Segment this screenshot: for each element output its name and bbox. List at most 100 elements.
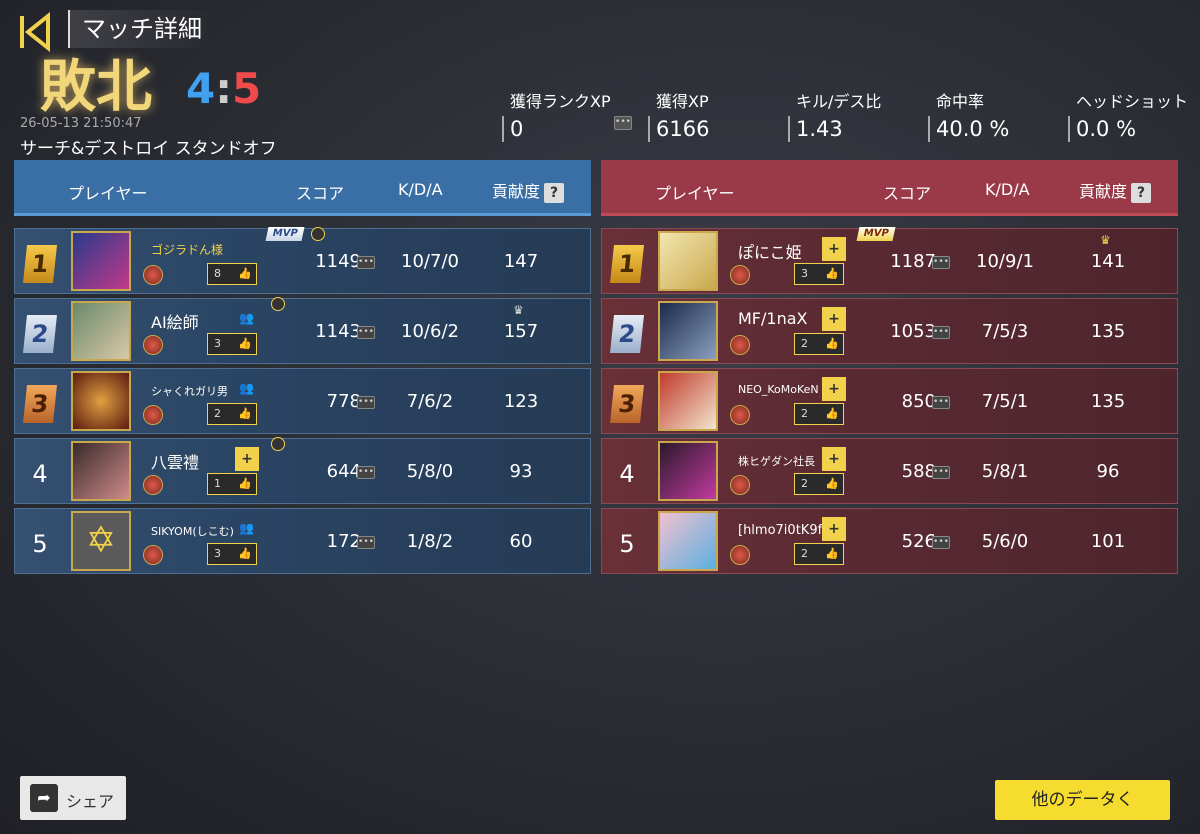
player-row[interactable]: 5 ✡ SIKYOM(しこむ) 👥 3 👍 172 ••• 1/8/2 60 — [14, 508, 591, 574]
more-icon[interactable]: ••• — [357, 256, 375, 269]
rank-emblem-icon — [143, 405, 163, 425]
like-count[interactable]: 2 👍 — [794, 403, 844, 425]
like-count[interactable]: 2 👍 — [794, 473, 844, 495]
like-count[interactable]: 3 👍 — [207, 333, 257, 355]
thumbs-up-icon: 👍 — [825, 477, 839, 490]
more-icon[interactable]: ••• — [357, 466, 375, 479]
like-count[interactable]: 8 👍 — [207, 263, 257, 285]
player-row[interactable]: 4 八雲禮 + 1 👍 644 ••• 5/8/0 93 — [14, 437, 591, 504]
thumbs-up-icon: 👍 — [825, 547, 839, 560]
rank-emblem-icon — [730, 335, 750, 355]
player-name[interactable]: AI絵師 — [151, 309, 199, 333]
page-title: マッチ詳細 — [68, 10, 214, 48]
mvp-badge: MVP — [265, 227, 305, 241]
kda: 10/9/1 — [976, 251, 1034, 272]
player-row[interactable]: 2 AI絵師 👥 3 👍 1143 ••• 10/6/2 ♛ 157 — [14, 297, 591, 364]
avatar[interactable] — [658, 441, 718, 501]
mvp-badge: MVP — [856, 227, 896, 241]
more-icon[interactable]: ••• — [932, 536, 950, 549]
stat-kd: キル/デス比 1.43 — [788, 88, 918, 142]
more-icon[interactable]: ••• — [357, 396, 375, 409]
match-mode: サーチ&デストロイ スタンドオフ — [20, 139, 277, 159]
player-name[interactable]: ゴジラドん様 — [151, 241, 223, 258]
thumbs-up-icon: 👍 — [238, 267, 252, 280]
like-count[interactable]: 3 👍 — [207, 543, 257, 565]
avatar[interactable] — [71, 231, 131, 291]
like-count[interactable]: 2 👍 — [207, 403, 257, 425]
help-icon[interactable]: ? — [544, 182, 565, 203]
rank-number: 5 — [619, 530, 635, 558]
avatar[interactable] — [71, 371, 131, 431]
share-button[interactable]: ➦ シェア — [20, 776, 126, 820]
player-row[interactable]: 3 シャくれガリ男 👥 2 👍 778 ••• 7/6/2 123 — [14, 368, 591, 434]
player-name[interactable]: NEO_KoMoKeN — [738, 383, 819, 396]
thumbs-up-icon: 👍 — [825, 337, 839, 350]
contribution: 101 — [1090, 531, 1126, 552]
player-row[interactable]: 4 株ヒゲダン社長 + 2 👍 588 ••• 5/8/1 96 — [601, 438, 1178, 504]
rank-badge: 3 — [610, 385, 644, 423]
more-data-button[interactable]: 他のデータく — [995, 780, 1170, 820]
player-name[interactable]: シャくれガリ男 — [151, 383, 228, 399]
help-icon[interactable]: ? — [1131, 182, 1152, 203]
add-friend-icon[interactable]: + — [822, 447, 846, 471]
add-friend-icon[interactable]: + — [822, 377, 846, 401]
match-datetime: 26-05-13 21:50:47 — [20, 116, 142, 131]
more-icon[interactable]: ••• — [932, 396, 950, 409]
player-row[interactable]: 3 NEO_KoMoKeN + 2 👍 850 ••• 7/5/1 135 — [601, 368, 1178, 434]
add-friend-icon[interactable]: + — [822, 307, 846, 331]
score: 1187 — [890, 251, 936, 272]
add-friend-icon[interactable]: + — [822, 517, 846, 541]
score: 526 — [901, 531, 936, 552]
player-name[interactable]: MF/1naX — [738, 309, 807, 328]
add-friend-icon[interactable]: + — [822, 237, 846, 261]
kda: 7/6/2 — [406, 391, 454, 412]
avatar[interactable] — [71, 301, 131, 361]
contribution: 147 — [503, 251, 539, 272]
rank-emblem-icon — [730, 405, 750, 425]
avatar[interactable]: ✡ — [71, 511, 131, 571]
player-name[interactable]: ぽにこ姫 — [738, 239, 802, 263]
player-row[interactable]: 5 [hlmo7i0tK9f + 2 👍 526 ••• 5/6/0 101 — [601, 508, 1178, 574]
friends-icon: 👥 — [239, 311, 254, 325]
kda: 5/6/0 — [981, 531, 1029, 552]
score: 644 — [326, 461, 361, 482]
player-name[interactable]: 八雲禮 — [151, 449, 199, 473]
player-name[interactable]: 株ヒゲダン社長 — [738, 453, 815, 469]
back-button[interactable] — [14, 10, 58, 54]
avatar[interactable] — [658, 511, 718, 571]
rank-badge: 1 — [610, 245, 644, 283]
rank-number: 4 — [32, 460, 48, 488]
like-count[interactable]: 3 👍 — [794, 263, 844, 285]
like-count[interactable]: 2 👍 — [794, 543, 844, 565]
crown-icon: ♛ — [1100, 233, 1111, 247]
col-contrib: 貢献度? — [492, 178, 565, 203]
player-row[interactable]: 1 ぽにこ姫 + 3 👍 MVP 1187 ••• 10/9/1 ♛ 141 — [601, 227, 1178, 294]
col-kda: K/D/A — [398, 180, 443, 199]
more-icon[interactable]: ••• — [932, 326, 950, 339]
more-icon[interactable]: ••• — [357, 536, 375, 549]
player-name[interactable]: SIKYOM(しこむ) — [151, 523, 234, 539]
thumbs-up-icon: 👍 — [238, 337, 252, 350]
rank-xp-more-icon[interactable]: ••• — [614, 116, 632, 130]
rank-emblem-icon — [730, 265, 750, 285]
rank-badge: 1 — [23, 245, 57, 283]
more-icon[interactable]: ••• — [357, 326, 375, 339]
player-row[interactable]: 1 ゴジラドん様 8 👍 MVP 1149 ••• 10/7/0 147 — [14, 227, 591, 294]
more-icon[interactable]: ••• — [932, 256, 950, 269]
target-icon — [271, 297, 285, 311]
avatar[interactable] — [658, 231, 718, 291]
avatar[interactable] — [658, 371, 718, 431]
more-icon[interactable]: ••• — [932, 466, 950, 479]
player-name[interactable]: [hlmo7i0tK9f — [738, 523, 822, 538]
contribution: 135 — [1090, 321, 1126, 342]
like-count[interactable]: 1 👍 — [207, 473, 257, 495]
add-friend-icon[interactable]: + — [235, 447, 259, 471]
avatar[interactable] — [71, 441, 131, 501]
like-count[interactable]: 2 👍 — [794, 333, 844, 355]
stat-accuracy: 命中率 40.0 % — [928, 88, 1058, 142]
player-row[interactable]: 2 MF/1naX + 2 👍 1053 ••• 7/5/3 135 — [601, 298, 1178, 364]
score: 850 — [901, 391, 936, 412]
rank-emblem-icon — [143, 475, 163, 495]
col-contrib: 貢献度? — [1079, 178, 1152, 203]
avatar[interactable] — [658, 301, 718, 361]
